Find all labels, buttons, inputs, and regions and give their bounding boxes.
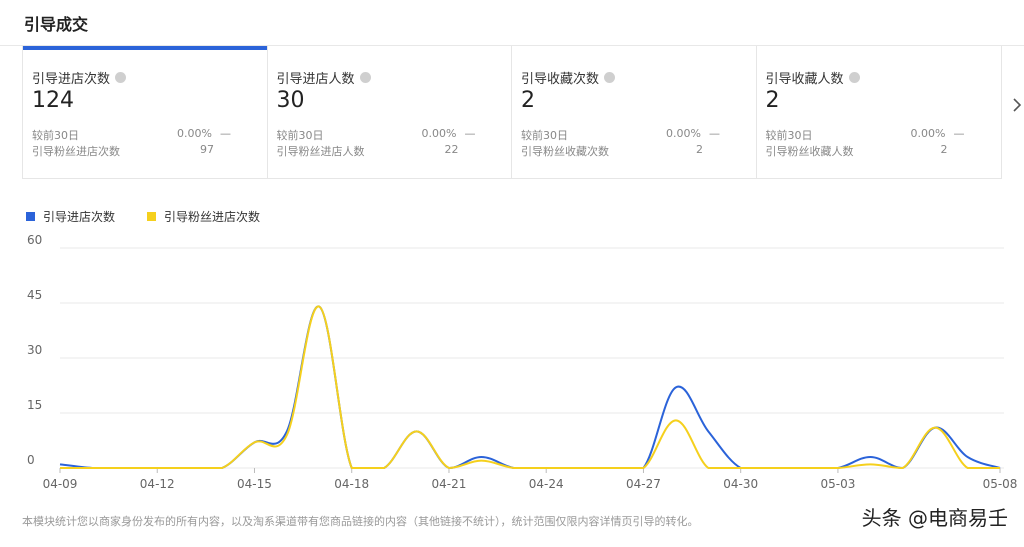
- y-tick-label: 30: [27, 343, 42, 357]
- compare-value: 0.00%: [177, 127, 212, 140]
- fans-value: 2: [940, 143, 948, 156]
- compare-value: 0.00%: [910, 127, 946, 140]
- x-tick-label: 04-12: [140, 477, 175, 491]
- chart-legend: 引导进店次数 引导粉丝进店次数: [26, 208, 292, 225]
- legend-item-series1[interactable]: 引导进店次数: [26, 208, 115, 225]
- fans-label: 引导粉丝收藏人数: [765, 145, 854, 158]
- info-circle-icon[interactable]: [604, 72, 616, 83]
- card-value: 124: [32, 88, 74, 113]
- compare-label: 较前30日: [32, 129, 79, 142]
- series-line-1: [59, 305, 1001, 469]
- compare-trend: —: [709, 127, 720, 140]
- compare-value: 0.00%: [421, 127, 457, 140]
- series-line-2: [60, 305, 1000, 469]
- legend-label: 引导进店次数: [43, 210, 116, 224]
- compare-value: 0.00%: [666, 127, 701, 140]
- section-header: 引导成交: [0, 0, 1024, 46]
- metric-card-visitors[interactable]: 引导进店人数 30 较前30日 0.00% — 引导粉丝进店人数 22: [268, 46, 512, 178]
- info-circle-icon[interactable]: [115, 72, 127, 83]
- fans-value: 22: [444, 143, 459, 156]
- compare-trend: —: [220, 127, 231, 140]
- metric-card-visits[interactable]: 引导进店次数 124 较前30日 0.00% — 引导粉丝进店次数 97: [23, 46, 268, 178]
- card-title: 引导收藏人数: [766, 68, 860, 87]
- info-circle-icon[interactable]: [848, 72, 860, 83]
- watermark: 头条 @电商易壬: [861, 506, 1008, 530]
- x-tick-label: 05-08: [983, 477, 1018, 491]
- trend-chart-svg: 0 15 30 45 60 04-09 04-12 04-15 04-18 04-21 04-24 0…: [27, 233, 1018, 491]
- footnote: 本模块统计您以商家身份发布的所有内容，以及淘系渠道带有您商品链接的内容（其他链接…: [22, 515, 699, 528]
- x-tick-label: 04-24: [529, 477, 564, 491]
- card-title-text: 引导进店次数: [32, 72, 111, 87]
- compare-trend: —: [464, 127, 476, 140]
- card-value: 2: [521, 88, 535, 113]
- card-title: 引导进店人数: [277, 68, 371, 87]
- legend-swatch: [147, 212, 157, 221]
- compare-label: 较前30日: [765, 129, 813, 142]
- y-tick-label: 0: [27, 453, 35, 467]
- compare-label: 较前30日: [521, 129, 568, 142]
- section-title: 引导成交: [24, 15, 89, 34]
- x-tick-label: 05-03: [820, 477, 855, 491]
- y-tick-label: 15: [27, 398, 42, 412]
- y-tick-label: 60: [27, 233, 42, 247]
- y-tick-label: 45: [27, 288, 42, 302]
- x-tick-label: 04-18: [334, 477, 369, 491]
- compare-trend: —: [953, 127, 965, 140]
- card-value: 30: [276, 88, 305, 113]
- card-title-text: 引导收藏次数: [521, 72, 600, 87]
- metric-card-favoriters[interactable]: 引导收藏人数 2 较前30日 0.00% — 引导粉丝收藏人数 2: [757, 46, 1002, 178]
- compare-label: 较前30日: [276, 129, 324, 142]
- x-tick-label: 04-27: [626, 477, 661, 491]
- info-circle-icon[interactable]: [359, 72, 371, 83]
- legend-item-series2[interactable]: 引导粉丝进店次数: [147, 208, 260, 225]
- x-tick-label: 04-21: [432, 477, 467, 491]
- trend-chart: 0 15 30 45 60 04-09 04-12 04-15 04-18 04-21 04-24 0…: [0, 228, 1024, 498]
- x-tick-label: 04-30: [723, 477, 758, 491]
- card-value: 2: [765, 88, 780, 113]
- x-tick-label: 04-09: [43, 477, 78, 491]
- fans-label: 引导粉丝收藏次数: [521, 145, 609, 158]
- fans-label: 引导粉丝进店次数: [32, 145, 120, 158]
- fans-value: 97: [200, 143, 214, 156]
- fans-label: 引导粉丝进店人数: [276, 145, 365, 158]
- card-title: 引导收藏次数: [521, 68, 616, 87]
- card-title: 引导进店次数: [32, 68, 127, 87]
- x-tick-label: 04-15: [237, 477, 272, 491]
- legend-swatch: [26, 212, 35, 221]
- fans-value: 2: [696, 143, 703, 156]
- legend-label: 引导粉丝进店次数: [164, 210, 261, 224]
- chevron-right-icon[interactable]: [1011, 95, 1023, 115]
- card-title-text: 引导收藏人数: [765, 72, 844, 87]
- card-title-text: 引导进店人数: [276, 72, 355, 87]
- metric-card-favorites[interactable]: 引导收藏次数 2 较前30日 0.00% — 引导粉丝收藏次数 2: [512, 46, 757, 178]
- metric-cards: 引导进店次数 124 较前30日 0.00% — 引导粉丝进店次数 97 引导进店人数…: [22, 46, 1002, 179]
